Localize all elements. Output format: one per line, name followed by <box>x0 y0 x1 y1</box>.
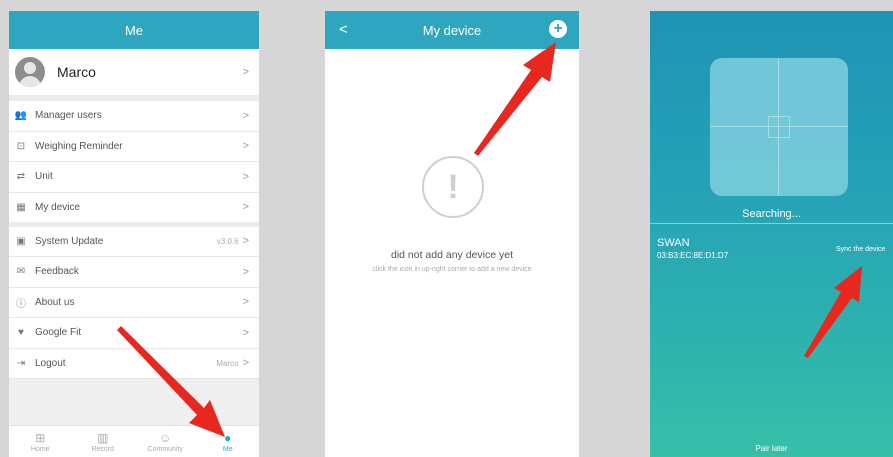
smiley-icon: ☺ <box>159 430 172 445</box>
menu-item-unit[interactable]: ⇄ Unit > <box>9 162 259 193</box>
users-icon: 👥 <box>14 110 28 122</box>
info-icon: ⓘ <box>16 298 26 310</box>
add-device-button[interactable]: + <box>549 20 567 38</box>
menu-item-label: Google Fit <box>35 327 82 339</box>
heart-icon: ♥ <box>18 327 24 339</box>
screenshot-stage: Me Marco > 👥 Manager users > ⊡ Weighing … <box>0 0 893 457</box>
avatar <box>15 57 45 87</box>
tab-record[interactable]: ▥ Record <box>72 426 135 457</box>
menu-item-feedback[interactable]: ✉ Feedback > <box>9 257 259 288</box>
feedback-icon: ✉ <box>16 266 26 278</box>
empty-state-hint: click the icon in up-right corner to add… <box>372 266 532 273</box>
menu-item-about-us[interactable]: ⓘ About us > <box>9 287 259 318</box>
warning-icon: ! <box>422 156 484 218</box>
me-title: Me <box>124 22 144 38</box>
unit-icon: ⇄ <box>16 171 26 183</box>
menu-item-manager-users[interactable]: 👥 Manager users > <box>9 101 259 132</box>
device-icon: ▦ <box>16 201 26 213</box>
chevron-right-icon: > <box>242 66 249 78</box>
reminder-icon: ⊡ <box>16 140 26 152</box>
my-device-header: < My device + <box>325 11 579 49</box>
menu-item-label: Manager users <box>35 110 102 122</box>
me-header: Me <box>9 11 259 49</box>
chevron-right-icon: > <box>242 235 249 248</box>
menu-item-label: Logout <box>35 357 66 369</box>
found-device-row[interactable]: SWAN 03:B3:EC:8E:D1:D7 Sync the device <box>650 223 893 273</box>
grid-icon: ⊞ <box>35 430 46 445</box>
search-screen: Searching... SWAN 03:B3:EC:8E:D1:D7 Sync… <box>650 11 893 457</box>
chevron-right-icon: > <box>242 140 249 153</box>
logout-icon: ⇥ <box>16 357 26 369</box>
tab-label: Me <box>222 445 233 453</box>
version-value: v3.0.6 <box>216 236 239 246</box>
tab-community[interactable]: ☺ Community <box>134 426 197 457</box>
me-screen: Me Marco > 👥 Manager users > ⊡ Weighing … <box>9 11 259 457</box>
menu-item-label: About us <box>35 296 75 308</box>
menu-item-google-fit[interactable]: ♥ Google Fit > <box>9 318 259 349</box>
sync-device-button[interactable]: Sync the device <box>836 246 885 253</box>
chevron-right-icon: > <box>242 296 249 309</box>
tab-label: Community <box>147 445 183 453</box>
menu-item-weighing-reminder[interactable]: ⊡ Weighing Reminder > <box>9 131 259 162</box>
menu-item-label: System Update <box>35 235 104 247</box>
menu-item-label: Weighing Reminder <box>35 140 123 152</box>
person-icon: ● <box>224 430 232 445</box>
chevron-right-icon: > <box>242 326 249 339</box>
scale-illustration <box>710 58 848 196</box>
tab-me[interactable]: ● Me <box>197 426 260 457</box>
logout-user-value: Marco <box>216 358 239 368</box>
my-device-title: My device <box>422 22 482 38</box>
chevron-right-icon: > <box>242 201 249 213</box>
chevron-right-icon: > <box>242 265 249 278</box>
menu-item-label: My device <box>35 201 81 213</box>
bottom-tab-bar: ⊞ Home ▥ Record ☺ Community ● Me <box>9 425 259 457</box>
tab-home[interactable]: ⊞ Home <box>9 426 72 457</box>
menu-item-logout[interactable]: ⇥ Logout Marco > <box>9 348 259 379</box>
chevron-right-icon: > <box>242 109 249 122</box>
pair-later-button[interactable]: Pair later <box>650 444 893 453</box>
bar-chart-icon: ▥ <box>97 430 109 445</box>
back-icon[interactable]: < <box>339 21 348 38</box>
chevron-right-icon: > <box>242 357 249 370</box>
chevron-right-icon: > <box>242 170 249 183</box>
tab-label: Record <box>91 445 115 453</box>
scale-center-square <box>768 116 790 138</box>
device-mac: 03:B3:EC:8E:D1:D7 <box>657 251 729 260</box>
menu-item-label: Unit <box>35 171 53 183</box>
menu-item-my-device[interactable]: ▦ My device > <box>9 192 259 227</box>
menu-item-label: Feedback <box>35 266 79 278</box>
profile-name: Marco <box>57 64 96 80</box>
menu-item-system-update[interactable]: ▣ System Update v3.0.6 > <box>9 226 259 257</box>
tab-label: Home <box>30 445 50 453</box>
my-device-screen: < My device + ! did not add any device y… <box>325 11 579 457</box>
profile-row[interactable]: Marco > <box>9 49 259 101</box>
update-icon: ▣ <box>16 235 26 247</box>
device-name: SWAN <box>657 237 690 249</box>
search-status: Searching... <box>742 208 801 220</box>
empty-state-title: did not add any device yet <box>390 249 513 261</box>
